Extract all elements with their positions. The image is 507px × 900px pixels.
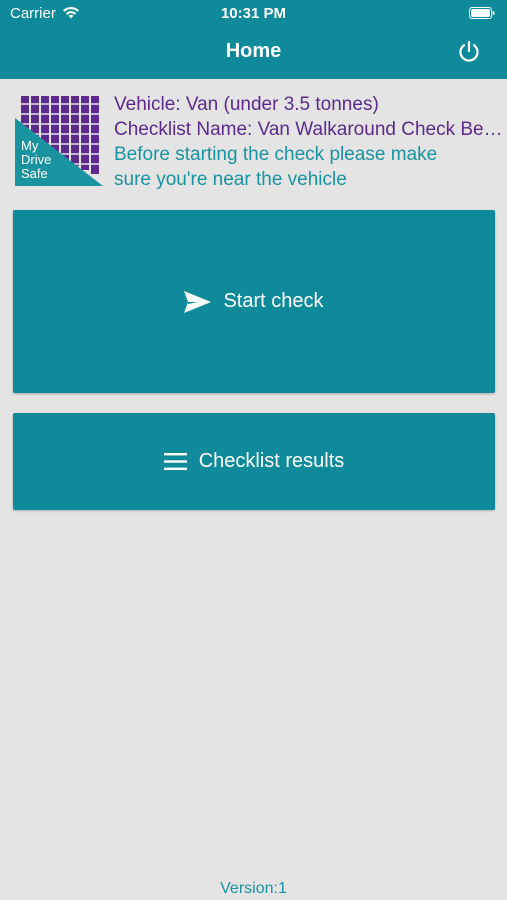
checklist-name-label: Checklist Name: Van Walkaround Check Bef… [114,119,504,140]
svg-text:Drive: Drive [21,152,51,167]
checklist-results-button[interactable]: Checklist results [13,413,495,510]
svg-text:Safe: Safe [21,166,48,181]
menu-icon [163,453,187,470]
my-drive-safe-logo: My Drive Safe [15,96,103,186]
send-icon [184,290,212,313]
instruction-line-1: Before starting the check please make [114,144,438,165]
status-time: 10:31 PM [220,5,287,22]
svg-text:My: My [21,138,39,153]
vehicle-info-text: Vehicle: Van (under 3.5 tonnes) Checklis… [114,92,504,192]
start-check-label: Start check [223,290,324,312]
power-icon[interactable] [457,40,481,64]
version-label: Version:1 [220,880,287,897]
status-bar: Carrier 10:31 PM [0,0,507,28]
navigation-bar: Carrier 10:31 PM Home [0,0,507,79]
checklist-results-label: Checklist results [198,450,345,472]
instruction-line-2: sure you're near the vehicle [114,169,347,190]
vehicle-label: Vehicle: Van (under 3.5 tonnes) [114,94,379,115]
start-check-button[interactable]: Start check [13,210,495,393]
page-title: Home [225,40,282,62]
battery-icon [469,7,495,19]
